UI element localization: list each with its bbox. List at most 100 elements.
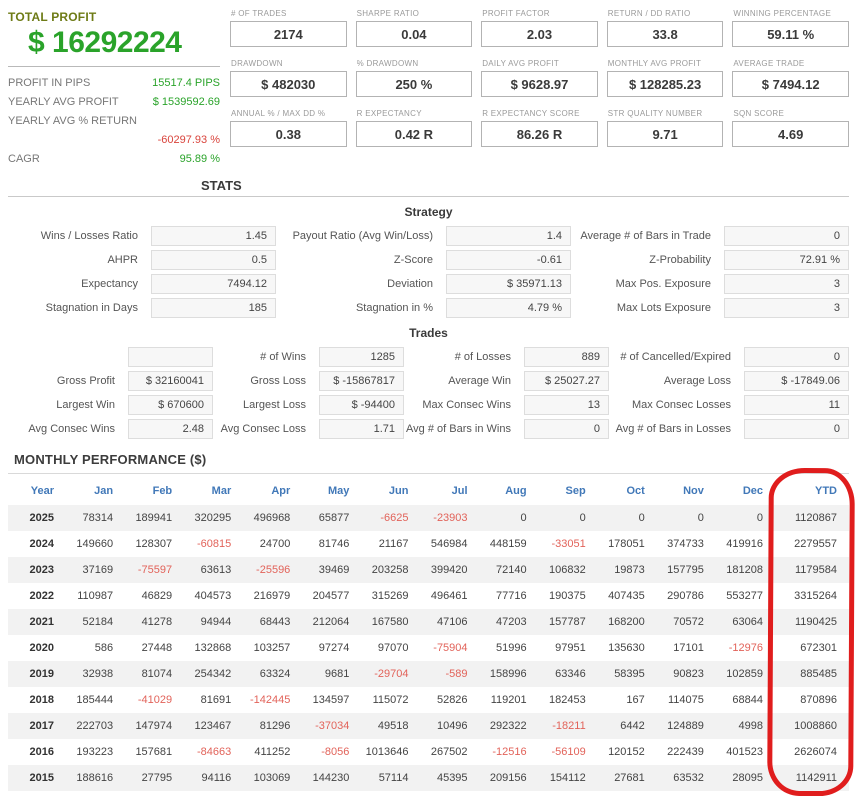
month-value-cell: 63613 <box>200 564 232 576</box>
monthly-divider <box>8 473 849 474</box>
kpi-drawdown: DRAWDOWN $ 482030 <box>230 56 347 97</box>
stat-pair: Avg Consec Wins 2.48 <box>8 419 213 439</box>
stat-pair: Largest Loss $ -94400 <box>213 395 404 415</box>
month-value-cell: 496461 <box>430 590 468 602</box>
stat-pair: # of Losses 889 <box>404 347 609 367</box>
stat-label: Gross Profit <box>56 375 115 387</box>
kpi-label: STR QUALITY NUMBER <box>607 109 703 118</box>
stat-pair: Expectancy 7494.12 <box>8 274 276 294</box>
month-value-cell: 167 <box>626 694 645 706</box>
month-value-cell: 47203 <box>496 616 527 628</box>
strategy-subheading: Strategy <box>404 205 453 219</box>
stat-label: Max Consec Wins <box>422 399 511 411</box>
kpi-str-quality-number: STR QUALITY NUMBER 9.71 <box>606 106 724 147</box>
kpi-sharpe-ratio: SHARPE RATIO 0.04 <box>355 6 473 47</box>
month-value-cell: 102859 <box>726 668 763 680</box>
summary-row-value: 95.89 % <box>179 153 220 165</box>
month-value-cell: 51996 <box>496 642 527 654</box>
stat-label: # of Cancelled/Expired <box>620 351 731 363</box>
month-value-cell: 81074 <box>141 668 173 680</box>
kpi-profit-factor: PROFIT FACTOR 2.03 <box>481 6 598 47</box>
kpi-label: WINNING PERCENTAGE <box>733 9 832 18</box>
monthly-performance-heading: MONTHLY PERFORMANCE ($) <box>14 452 207 467</box>
ytd-value-cell: 2279557 <box>794 538 837 550</box>
year-cell: 2023 <box>29 564 54 576</box>
month-value-cell: 0 <box>756 512 763 524</box>
month-value-cell: 254342 <box>194 668 232 680</box>
month-value-cell: -29704 <box>374 668 409 680</box>
summary-row-value: 15517.4 PIPS <box>152 77 220 89</box>
ytd-value-cell: 870896 <box>800 694 837 706</box>
stat-value: $ 35971.13 <box>446 274 571 294</box>
total-profit-label: TOTAL PROFIT <box>8 10 97 24</box>
month-value-cell: 320295 <box>194 512 232 524</box>
month-value-cell: 407435 <box>608 590 645 602</box>
stat-label: Deviation <box>387 278 433 290</box>
month-value-cell: -60815 <box>196 538 232 550</box>
summary-row-label: YEARLY AVG % RETURN <box>8 115 137 127</box>
month-value-cell: 63532 <box>673 772 704 784</box>
month-value-cell: 115072 <box>372 694 409 706</box>
kpi-monthly-avg-profit: MONTHLY AVG PROFIT $ 128285.23 <box>606 56 724 97</box>
kpi-label: R EXPECTANCY <box>356 109 422 118</box>
stat-label: Stagnation in Days <box>45 302 138 314</box>
month-value-cell: 120152 <box>608 746 645 758</box>
month-value-cell: 81746 <box>318 538 350 550</box>
month-value-cell: 267502 <box>430 746 468 758</box>
month-value-cell: 70572 <box>673 616 704 628</box>
month-value-cell: 28095 <box>732 772 763 784</box>
summary-row: YEARLY AVG % RETURN <box>8 112 220 131</box>
stat-pair: Average Loss $ -17849.06 <box>609 371 849 391</box>
month-value-cell: 63324 <box>259 668 291 680</box>
month-value-cell: 94116 <box>201 772 232 784</box>
year-cell: 2016 <box>29 746 54 758</box>
monthly-performance-table: Year Jan Feb Mar Apr May Jun Jul Aug Sep Oct Nov Dec… <box>8 477 849 791</box>
kpi-value: $ 7494.12 <box>732 71 849 97</box>
month-value-cell: 72140 <box>496 564 527 576</box>
kpi-drawdown: % DRAWDOWN 250 % <box>355 56 473 97</box>
month-value-cell: 17101 <box>673 642 704 654</box>
month-value-cell: -142445 <box>249 694 291 706</box>
column-header-apr: Apr <box>271 485 291 497</box>
kpi-r-expectancy: R EXPECTANCY 0.42 R <box>355 106 473 147</box>
month-value-cell: 204577 <box>312 590 350 602</box>
stat-value: 0.5 <box>151 250 276 270</box>
kpi-value: 4.69 <box>732 121 849 147</box>
month-value-cell: -56109 <box>551 746 586 758</box>
month-value-cell: -75597 <box>137 564 173 576</box>
month-value-cell: 90823 <box>673 668 704 680</box>
column-header-sep: Sep <box>565 485 586 497</box>
stat-value: -0.61 <box>446 250 571 270</box>
trades-stats-grid: # of Wins 1285 # of Losses 889 # of Cancelle… <box>8 347 849 439</box>
stat-label: Avg # of Bars in Losses <box>615 423 731 435</box>
summary-row-label: PROFIT IN PIPS <box>8 77 91 89</box>
month-value-cell: 178051 <box>608 538 645 550</box>
year-cell: 2025 <box>29 512 54 524</box>
stat-label: Max Consec Losses <box>631 399 731 411</box>
month-value-cell: 181208 <box>726 564 763 576</box>
stat-pair: Max Lots Exposure 3 <box>571 298 849 318</box>
month-value-cell: 46829 <box>141 590 173 602</box>
stat-pair: Max Consec Losses 11 <box>609 395 849 415</box>
month-value-cell: -12516 <box>492 746 527 758</box>
month-value-cell: 157795 <box>667 564 704 576</box>
stat-value: 185 <box>151 298 276 318</box>
month-value-cell: 6442 <box>620 720 645 732</box>
kpi-average-trade: AVERAGE TRADE $ 7494.12 <box>732 56 849 97</box>
month-value-cell: -75904 <box>433 642 468 654</box>
month-value-cell: 41278 <box>141 616 173 628</box>
month-value-cell: 185444 <box>76 694 114 706</box>
month-value-cell: 586 <box>94 642 114 654</box>
stat-value: 1.4 <box>446 226 571 246</box>
month-value-cell: 216979 <box>253 590 291 602</box>
stat-pair: Z-Score -0.61 <box>276 250 571 270</box>
year-cell: 2017 <box>29 720 54 732</box>
month-value-cell: 188616 <box>76 772 114 784</box>
year-cell: 2020 <box>29 642 54 654</box>
stat-value: $ 25027.27 <box>524 371 609 391</box>
summary-rows: PROFIT IN PIPS 15517.4 PIPS YEARLY AVG PRO… <box>8 74 220 169</box>
month-value-cell: 149660 <box>76 538 114 550</box>
stat-label: Average Loss <box>663 375 731 387</box>
monthly-performance-section: MONTHLY PERFORMANCE ($) Year Jan Feb Mar Apr… <box>8 452 855 796</box>
table-row-2019: 2019 32938 81074 254342 63324 9681 -29704 -589 1… <box>8 661 849 687</box>
